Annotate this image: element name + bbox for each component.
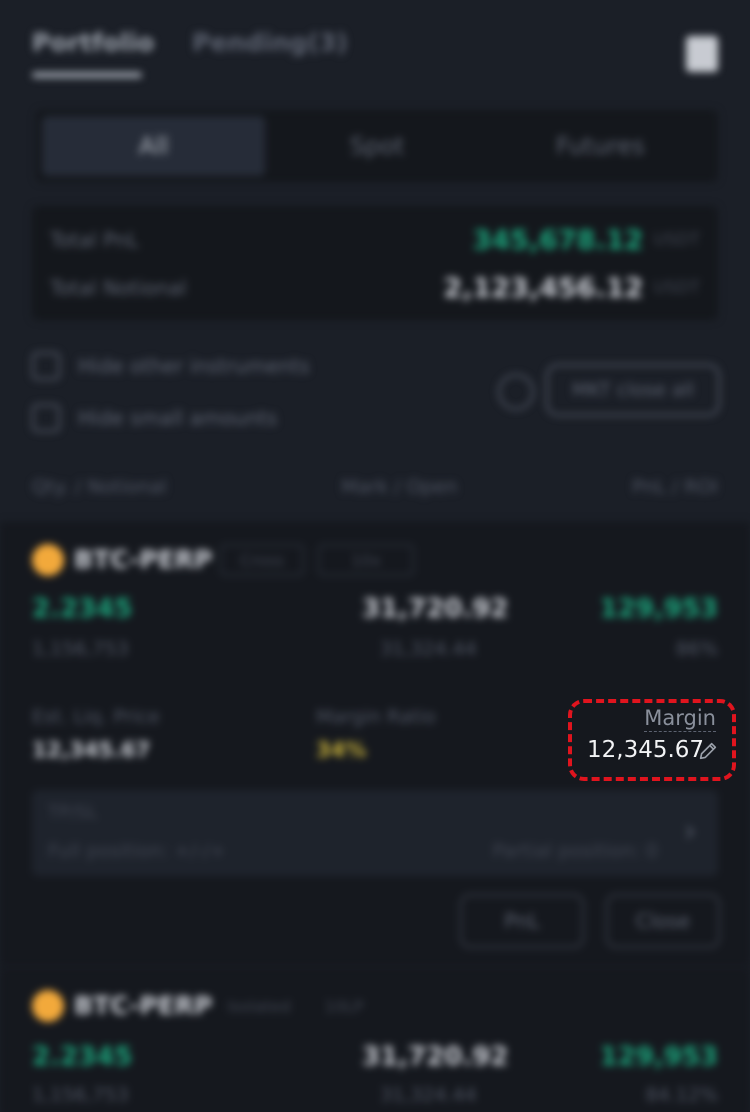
btc-coin-icon <box>32 544 64 576</box>
liq-price-label: Est. Liq. Price <box>32 706 160 728</box>
top-tabs: Portfolio Pending(3) <box>32 28 348 57</box>
position-roi: 86% <box>675 638 718 660</box>
position-qty: 2.2345 <box>32 1042 133 1072</box>
position-open: 31,324.44 <box>380 638 477 660</box>
margin-value: 12,345.67 <box>587 737 705 763</box>
position-pair: BTC-PERP <box>74 991 213 1020</box>
edit-pencil-icon[interactable] <box>697 740 719 762</box>
tab-portfolio[interactable]: Portfolio <box>32 28 154 57</box>
hide-other-row[interactable]: Hide other instruments <box>32 352 310 380</box>
margin-mode-chip[interactable]: Isolated <box>216 990 302 1022</box>
position-open: 31,324.44 <box>380 1084 477 1106</box>
position-pair: BTC-PERP <box>74 545 213 574</box>
hide-other-label: Hide other instruments <box>78 354 310 378</box>
tpsl-panel[interactable]: TP/SL Full position: +/-/+ Partial posit… <box>32 790 718 876</box>
position-pnl: 129,953 <box>599 594 718 624</box>
liq-price-value: 12,345.67 <box>32 738 151 762</box>
total-notional-label: Total Notional <box>50 276 187 300</box>
btc-coin-icon <box>32 990 64 1022</box>
document-icon[interactable] <box>686 36 718 72</box>
summary-card: Total PnL 345,678.12 USDT Total Notional… <box>32 206 718 320</box>
hide-small-checkbox[interactable] <box>32 404 60 432</box>
position-mark: 31,720.92 <box>362 1042 509 1072</box>
margin-mode-chip[interactable]: Cross <box>220 544 304 576</box>
position-pnl: 129,953 <box>599 1042 718 1072</box>
total-pnl-label: Total PnL <box>50 228 139 252</box>
position-mark: 31,720.92 <box>362 594 509 624</box>
total-pnl-value: 345,678.12 <box>472 224 644 256</box>
blurred-background: Portfolio Pending(3) All Spot Futures To… <box>0 0 750 1112</box>
segment-spot[interactable]: Spot <box>265 116 488 176</box>
info-icon[interactable] <box>498 374 534 410</box>
col-pnl-roi: PnL / ROI <box>631 476 718 498</box>
chevron-right-icon[interactable]: › <box>684 814 696 849</box>
segment-futures[interactable]: Futures <box>489 116 712 176</box>
pnl-share-button[interactable]: PnL <box>460 894 584 948</box>
hide-other-checkbox[interactable] <box>32 352 60 380</box>
close-position-button[interactable]: Close <box>606 894 720 948</box>
position-qty: 2.2345 <box>32 594 133 624</box>
margin-ratio-label: Margin Ratio <box>316 706 436 728</box>
position-notional: 1,156,753 <box>32 1084 129 1106</box>
total-notional-value: 2,123,456.12 <box>443 272 644 304</box>
leverage-chip[interactable]: 10x <box>318 544 414 576</box>
tpsl-title: TP/SL <box>48 802 98 823</box>
margin-ratio-value: 34% <box>316 738 367 762</box>
position-card: BTC-PERP Isolated 10LP 2.2345 1,156,753 … <box>0 968 750 1112</box>
tpsl-partial: Partial position: 0 <box>492 840 658 862</box>
mkt-close-all-button[interactable]: MKT close all <box>546 364 720 416</box>
col-qty-notional: Qty. / Notional <box>32 476 167 498</box>
market-filter-segment: All Spot Futures <box>36 110 718 182</box>
total-notional-row: Total Notional 2,123,456.12 USDT <box>50 268 700 308</box>
total-pnl-unit: USDT <box>653 230 700 250</box>
position-roi: 84.12% <box>645 1084 718 1106</box>
col-mark-open: Mark / Open <box>341 476 458 498</box>
margin-label: Margin <box>644 706 716 732</box>
segment-all[interactable]: All <box>42 116 266 176</box>
position-notional: 1,156,753 <box>32 638 129 660</box>
leverage-chip[interactable]: 10LP <box>312 990 376 1022</box>
active-tab-indicator <box>32 72 142 78</box>
tab-pending[interactable]: Pending(3) <box>192 28 347 57</box>
column-headers: Qty. / Notional Mark / Open PnL / ROI <box>32 476 718 498</box>
total-pnl-row: Total PnL 345,678.12 USDT <box>50 220 700 260</box>
hide-small-label: Hide small amounts <box>78 406 278 430</box>
tpsl-full: Full position: +/-/+ <box>48 840 226 862</box>
hide-small-row[interactable]: Hide small amounts <box>32 404 277 432</box>
total-notional-unit: USDT <box>653 278 700 298</box>
